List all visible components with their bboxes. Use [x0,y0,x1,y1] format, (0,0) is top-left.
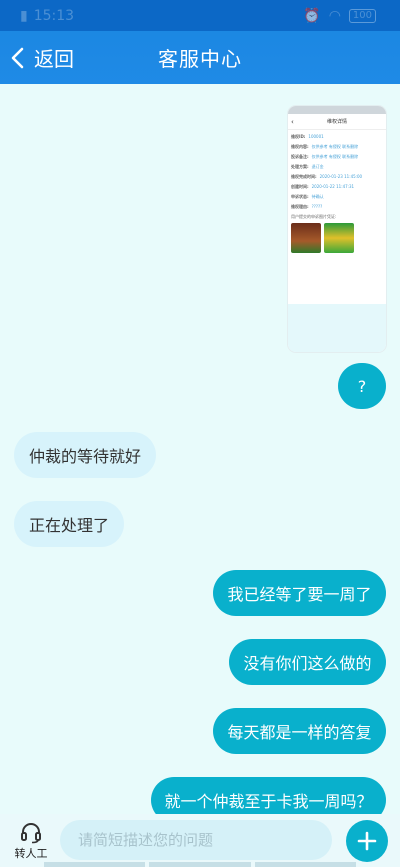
screenshot-row: 处理方案: 退订金 [291,164,324,169]
keyboard-tab-strip [44,862,356,867]
screenshot-title: 维权详情 [326,119,347,125]
tab-strip-segment [44,862,146,867]
screenshot-row: 维权内容: 仅供参考 有侵权 联系删除 [291,144,359,149]
back-label: 返回 [34,47,74,71]
alarm-icon: ⏰ [303,7,321,24]
signal-icon: ▮ [20,7,28,24]
message-bubble-sent[interactable]: 每天都是一样的答复 [213,708,386,754]
headset-icon [21,823,41,844]
back-button[interactable]: 返回 [10,31,74,84]
tab-strip-segment [149,862,251,867]
battery-indicator: 100 [348,8,376,23]
screenshot-status-bar [288,106,386,114]
evidence-thumbnail [324,223,354,253]
wifi-icon: ◠ [328,7,341,24]
transfer-to-agent-label: 转人工 [14,847,48,860]
message-bubble-sent[interactable]: 我已经等了要一周了 [213,570,386,616]
image-message[interactable]: ‹ 维权详情 维权ID: 100001 维权内容: 仅供参考 有侵权 联系删除 投诉… [288,106,386,352]
header: 返回 客服中心 [0,31,400,84]
screenshot-row: 维权完成时间: 2020-01-23 11:45:00 [291,174,363,179]
message-bubble-sent[interactable]: ? [338,363,386,409]
message-bubble-sent[interactable]: 没有你们这么做的 [229,639,386,685]
screenshot-blank-area [288,304,386,352]
plus-icon [357,831,377,851]
screenshot-header: ‹ 维权详情 [288,114,386,130]
transfer-to-agent-button[interactable]: 转人工 [10,820,52,864]
message-input[interactable] [60,820,332,860]
message-bubble-received[interactable]: 正在处理了 [14,501,124,547]
screenshot-images-label: 用户提交的申诉图片凭证: [291,214,337,219]
screenshot-row: 创建时间: 2020-01-22 11:47:31 [291,184,355,189]
top-bar: ▮ 15:13 ⏰ ◠ 100 返回 客服中心 [0,0,400,84]
screenshot-row: 投诉备注: 仅供参考 有侵权 联系删除 [291,154,359,159]
chevron-left-icon [11,47,24,68]
chevron-left-icon: ‹ [291,117,294,126]
screenshot-images [288,220,386,253]
evidence-thumbnail [291,223,321,253]
add-attachment-button[interactable] [346,820,388,862]
screenshot-row: 维权ID: 100001 [291,134,324,139]
status-bar: ▮ 15:13 ⏰ ◠ 100 [0,0,400,31]
chat-area[interactable]: ‹ 维权详情 维权ID: 100001 维权内容: 仅供参考 有侵权 联系删除 投诉… [0,84,400,823]
tab-strip-segment [254,862,356,867]
screenshot-row: 维权理由:????? [291,204,323,209]
bottom-bar: 转人工 [0,814,400,867]
status-time: 15:13 [33,7,75,24]
message-bubble-received[interactable]: 仲裁的等待就好 [14,432,156,478]
screenshot-row: 申诉状态: 待确认 [291,194,324,199]
